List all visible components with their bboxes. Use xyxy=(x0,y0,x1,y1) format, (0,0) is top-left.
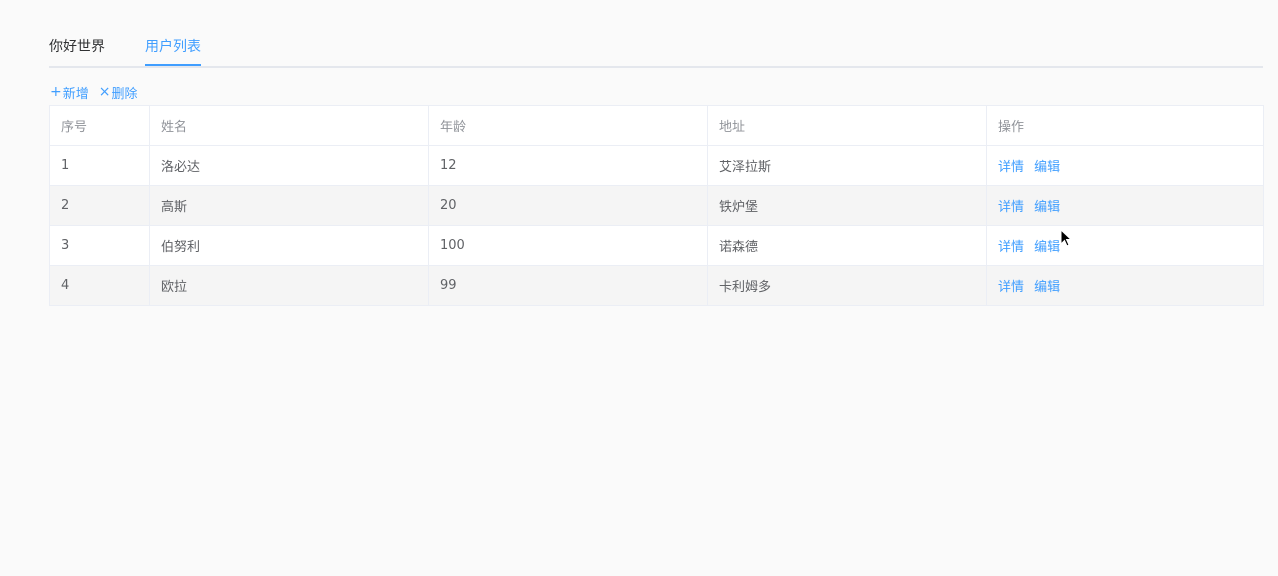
header-address: 地址 xyxy=(707,105,987,146)
active-tab-indicator xyxy=(145,64,201,66)
cell-actions: 详情 编辑 xyxy=(986,145,1264,186)
tab-user-list[interactable]: 用户列表 xyxy=(145,38,201,56)
cell-address: 铁炉堡 xyxy=(707,185,987,226)
add-button[interactable]: + 新增 xyxy=(50,83,89,102)
page: 你好世界 用户列表 + 新增 × 删除 序号 姓名 年龄 地址 操作 1 洛必达… xyxy=(0,0,1278,576)
tab-bar: 你好世界 用户列表 xyxy=(49,28,1263,68)
edit-link[interactable]: 编辑 xyxy=(1034,240,1060,255)
cell-index: 2 xyxy=(49,185,150,226)
cell-name: 洛必达 xyxy=(149,145,429,186)
close-icon: × xyxy=(98,84,111,100)
cell-age: 20 xyxy=(428,185,708,226)
table-row: 3 伯努利 100 诺森德 详情 编辑 xyxy=(49,225,1264,266)
cell-age: 99 xyxy=(428,265,708,306)
cell-index: 1 xyxy=(49,145,150,186)
user-table: 序号 姓名 年龄 地址 操作 1 洛必达 12 艾泽拉斯 详情 编辑 2 高斯 xyxy=(49,105,1264,306)
cell-age: 12 xyxy=(428,145,708,186)
edit-link[interactable]: 编辑 xyxy=(1034,160,1060,175)
detail-link[interactable]: 详情 xyxy=(998,160,1024,175)
edit-link[interactable]: 编辑 xyxy=(1034,200,1060,215)
add-button-label: 新增 xyxy=(62,86,89,102)
toolbar: + 新增 × 删除 xyxy=(50,82,138,102)
cell-name: 高斯 xyxy=(149,185,429,226)
header-age: 年龄 xyxy=(428,105,708,146)
cell-actions: 详情 编辑 xyxy=(986,265,1264,306)
cell-actions: 详情 编辑 xyxy=(986,225,1264,266)
mouse-cursor-icon xyxy=(1060,229,1072,247)
detail-link[interactable]: 详情 xyxy=(998,240,1024,255)
header-index: 序号 xyxy=(49,105,150,146)
table-header-row: 序号 姓名 年龄 地址 操作 xyxy=(49,105,1264,146)
table-row: 4 欧拉 99 卡利姆多 详情 编辑 xyxy=(49,265,1264,306)
cell-name: 伯努利 xyxy=(149,225,429,266)
cell-address: 卡利姆多 xyxy=(707,265,987,306)
cell-age: 100 xyxy=(428,225,708,266)
header-actions: 操作 xyxy=(986,105,1264,146)
cell-actions: 详情 编辑 xyxy=(986,185,1264,226)
detail-link[interactable]: 详情 xyxy=(998,280,1024,295)
cell-index: 3 xyxy=(49,225,150,266)
plus-icon: + xyxy=(50,84,62,100)
detail-link[interactable]: 详情 xyxy=(998,200,1024,215)
delete-button-label: 删除 xyxy=(111,86,138,102)
tab-hello-world[interactable]: 你好世界 xyxy=(49,38,105,56)
table-row: 1 洛必达 12 艾泽拉斯 详情 编辑 xyxy=(49,145,1264,186)
cell-index: 4 xyxy=(49,265,150,306)
table-row: 2 高斯 20 铁炉堡 详情 编辑 xyxy=(49,185,1264,226)
header-name: 姓名 xyxy=(149,105,429,146)
cell-address: 诺森德 xyxy=(707,225,987,266)
delete-button[interactable]: × 删除 xyxy=(99,83,138,102)
cell-address: 艾泽拉斯 xyxy=(707,145,987,186)
edit-link[interactable]: 编辑 xyxy=(1034,280,1060,295)
cell-name: 欧拉 xyxy=(149,265,429,306)
